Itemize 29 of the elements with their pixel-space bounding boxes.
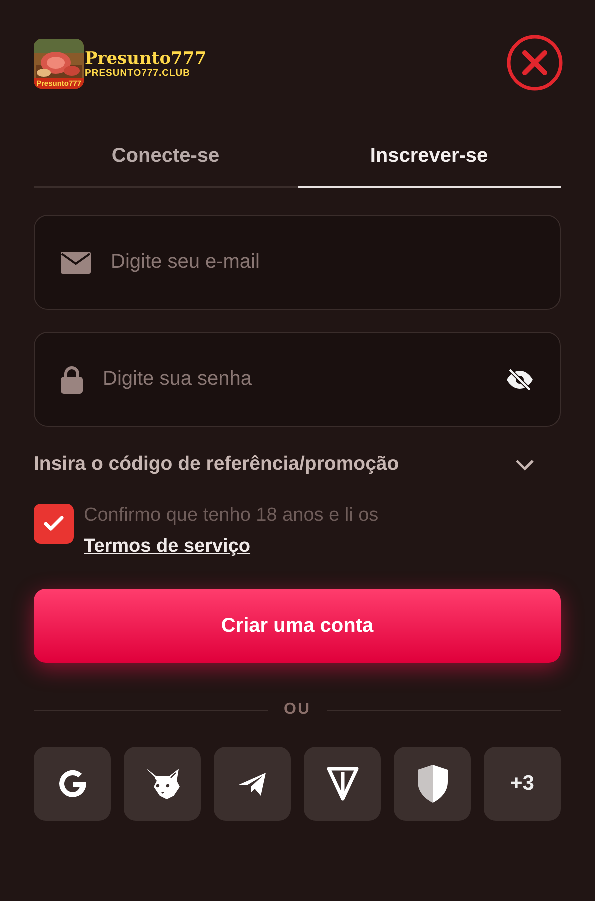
social-login-button[interactable] — [34, 747, 111, 821]
close-icon[interactable] — [507, 35, 563, 91]
tab[interactable]: Inscrever-se — [298, 135, 561, 188]
social-login-button[interactable] — [124, 747, 201, 821]
email-field[interactable]: Digite seu e-mail — [109, 250, 534, 275]
terms-text: Confirmo que tenho 18 anos e li os Termos de serviço — [84, 504, 380, 559]
social-login-button[interactable] — [394, 747, 471, 821]
google-icon — [58, 769, 88, 799]
more-options-button[interactable]: +3 — [484, 747, 561, 821]
telegram-icon — [238, 771, 268, 797]
promo-code-toggle[interactable]: Insira o código de referência/promoção — [34, 453, 400, 476]
terms-link[interactable]: Termos de serviço — [84, 536, 251, 557]
ton-icon — [326, 766, 360, 802]
eye-off-icon[interactable] — [506, 368, 534, 390]
shield-icon — [416, 764, 450, 804]
terms-checkbox[interactable] — [34, 504, 74, 544]
create-account-button[interactable]: Criar uma conta — [34, 589, 561, 663]
lock-icon — [61, 366, 83, 394]
chevron-icon[interactable] — [515, 458, 535, 470]
tab[interactable]: Conecte-se — [34, 135, 298, 188]
password-field[interactable]: Digite sua senha — [101, 367, 488, 392]
fox-icon — [144, 767, 180, 801]
divider-label: OU — [284, 701, 311, 719]
brand-name: Presunto777 — [85, 50, 207, 68]
check-icon — [44, 516, 64, 532]
social-login-button[interactable] — [214, 747, 291, 821]
envelope-icon — [61, 252, 91, 274]
social-login-button[interactable] — [304, 747, 381, 821]
brand-domain: PRESUNTO777.CLUB — [85, 68, 192, 78]
